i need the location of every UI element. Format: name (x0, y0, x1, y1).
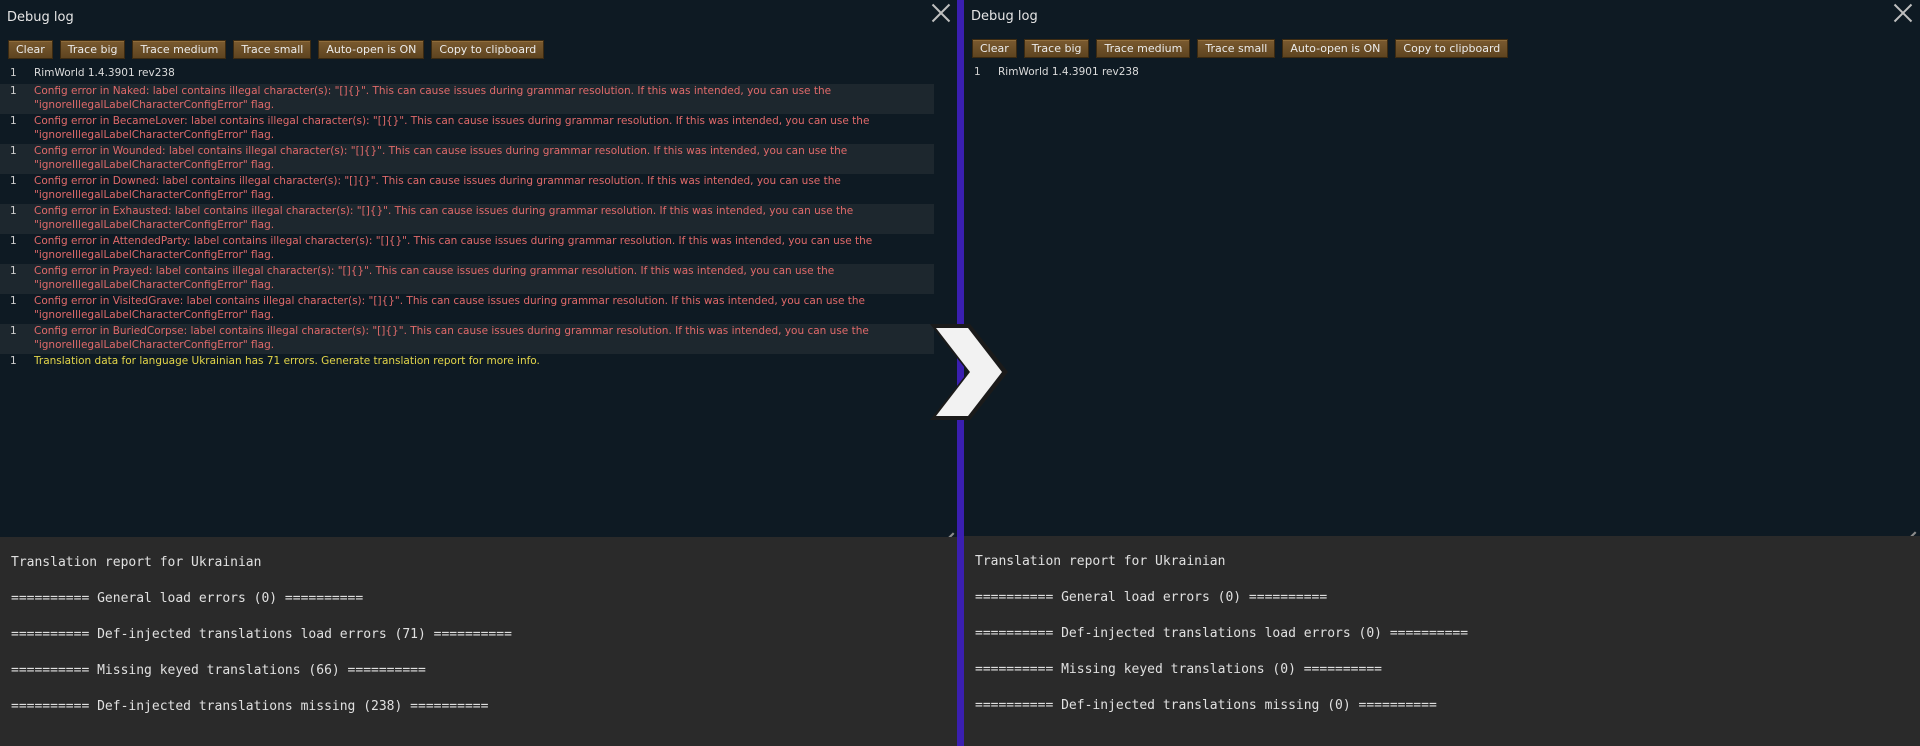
trace-big-button[interactable]: Trace big (1023, 39, 1090, 58)
close-icon[interactable] (930, 2, 952, 24)
log-count: 1 (10, 235, 17, 247)
log-row[interactable]: 1 Translation data for language Ukrainian… (0, 354, 934, 372)
log-list[interactable]: 1 RimWorld 1.4.3901 rev238 1 Config error … (0, 66, 958, 372)
trace-big-button[interactable]: Trace big (59, 40, 126, 59)
auto-open-toggle[interactable]: Auto-open is ON (1282, 39, 1389, 58)
window-title: Debug log (971, 9, 1038, 24)
translation-report: Translation report for Ukrainian =======… (964, 536, 1920, 746)
report-line: ========== General load errors (0) =====… (11, 591, 364, 606)
trace-medium-button[interactable]: Trace medium (1096, 39, 1191, 58)
log-message: RimWorld 1.4.3901 rev238 (998, 66, 1139, 78)
log-count: 1 (10, 115, 17, 127)
log-message: Config error in Downed: label contains i… (34, 175, 841, 201)
copy-to-clipboard-button[interactable]: Copy to clipboard (431, 40, 545, 59)
log-message: Config error in Prayed: label contains i… (34, 265, 835, 291)
trace-small-button[interactable]: Trace small (233, 40, 312, 59)
log-message: Config error in Exhausted: label contain… (34, 205, 854, 231)
log-count: 1 (10, 85, 17, 97)
chevron-right-icon (930, 324, 1008, 420)
trace-small-button[interactable]: Trace small (1197, 39, 1276, 58)
log-row[interactable]: 1 Config error in Naked: label contains i… (0, 84, 934, 114)
report-line: ========== Def-injected translations mis… (975, 698, 1437, 713)
log-message: Config error in Wounded: label contains … (34, 145, 848, 171)
left-panel: Debug log Clear Trace big Trace medium T… (0, 0, 958, 746)
report-line: ========== General load errors (0) =====… (975, 590, 1328, 605)
log-row[interactable]: 1 Config error in Prayed: label contains … (0, 264, 934, 294)
clear-button[interactable]: Clear (972, 39, 1017, 58)
debug-log-window: Debug log Clear Trace big Trace medium T… (0, 0, 958, 537)
log-count: 1 (10, 355, 17, 367)
log-count: 1 (10, 67, 17, 79)
report-line: ========== Missing keyed translations (0… (975, 662, 1382, 677)
report-line: ========== Def-injected translations mis… (11, 699, 489, 714)
debug-log-window: Debug log Clear Trace big Trace medium T… (964, 0, 1920, 536)
log-message: Config error in AttendedParty: label con… (34, 235, 873, 261)
window-title: Debug log (7, 10, 74, 25)
translation-report: Translation report for Ukrainian =======… (0, 537, 958, 746)
report-line: ========== Missing keyed translations (6… (11, 663, 426, 678)
log-message: Config error in BuriedCorpse: label cont… (34, 325, 869, 351)
trace-medium-button[interactable]: Trace medium (132, 40, 227, 59)
right-panel: Debug log Clear Trace big Trace medium T… (964, 0, 1920, 746)
copy-to-clipboard-button[interactable]: Copy to clipboard (1395, 39, 1509, 58)
log-row[interactable]: 1 RimWorld 1.4.3901 rev238 (964, 65, 1896, 83)
log-row[interactable]: 1 Config error in VisitedGrave: label con… (0, 294, 934, 324)
log-message: Config error in Naked: label contains il… (34, 85, 832, 111)
log-row[interactable]: 1 Config error in Exhausted: label contai… (0, 204, 934, 234)
log-count: 1 (10, 175, 17, 187)
toolbar: Clear Trace big Trace medium Trace small… (8, 40, 545, 59)
clear-button[interactable]: Clear (8, 40, 53, 59)
log-message: RimWorld 1.4.3901 rev238 (34, 67, 175, 79)
close-icon[interactable] (1892, 2, 1914, 24)
resize-grip-icon[interactable] (940, 519, 954, 533)
log-message: Translation data for language Ukrainian … (34, 355, 540, 367)
log-message: Config error in VisitedGrave: label cont… (34, 295, 866, 321)
log-row[interactable]: 1 Config error in BuriedCorpse: label con… (0, 324, 934, 354)
log-count: 1 (10, 205, 17, 217)
report-line: ========== Def-injected translations loa… (975, 626, 1469, 641)
log-row[interactable]: 1 Config error in Wounded: label contains… (0, 144, 934, 174)
resize-grip-icon[interactable] (1902, 518, 1916, 532)
report-line: Translation report for Ukrainian (11, 555, 262, 570)
auto-open-toggle[interactable]: Auto-open is ON (318, 40, 425, 59)
report-line: ========== Def-injected translations loa… (11, 627, 512, 642)
log-row[interactable]: 1 Config error in Downed: label contains … (0, 174, 934, 204)
log-count: 1 (10, 265, 17, 277)
log-row[interactable]: 1 Config error in BecameLover: label cont… (0, 114, 934, 144)
log-message: Config error in BecameLover: label conta… (34, 115, 870, 141)
log-count: 1 (10, 295, 17, 307)
toolbar: Clear Trace big Trace medium Trace small… (972, 39, 1509, 58)
log-row[interactable]: 1 Config error in AttendedParty: label co… (0, 234, 934, 264)
log-count: 1 (974, 66, 981, 78)
report-line: Translation report for Ukrainian (975, 554, 1226, 569)
log-row[interactable]: 1 RimWorld 1.4.3901 rev238 (0, 66, 934, 84)
log-list[interactable]: 1 RimWorld 1.4.3901 rev238 (964, 65, 1920, 83)
log-count: 1 (10, 325, 17, 337)
log-count: 1 (10, 145, 17, 157)
